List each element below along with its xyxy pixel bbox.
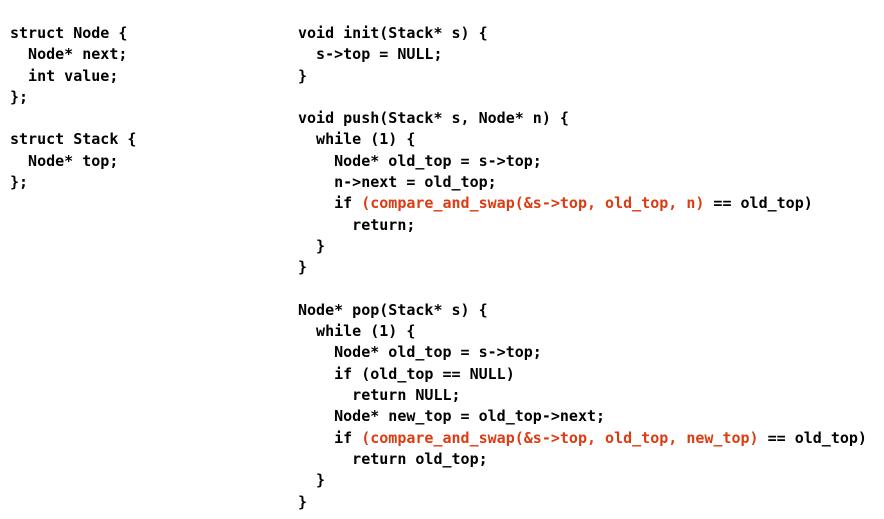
code-token: return NULL;	[298, 386, 461, 405]
code-token: }	[298, 492, 308, 511]
code-token: int value;	[10, 66, 119, 85]
code-token: Node* top;	[10, 151, 119, 170]
cas-call-token: (compare_and_swap(&s->top, old_top, new_…	[361, 428, 759, 447]
code-line: int value;	[10, 66, 136, 87]
code-block-struct-definitions: struct Node { Node* next; int value;}; s…	[10, 23, 136, 193]
code-line: }	[298, 236, 867, 257]
code-token: };	[10, 173, 29, 192]
code-token: n->next = old_top;	[298, 173, 497, 192]
code-line: s->top = NULL;	[298, 44, 867, 65]
code-token: return old_top;	[298, 449, 488, 468]
code-line: return;	[298, 215, 867, 236]
code-token: Node* old_top = s->top;	[298, 343, 542, 362]
code-token: }	[298, 258, 308, 277]
code-line: return old_top;	[298, 449, 867, 470]
code-token: void init(Stack* s) {	[298, 24, 488, 42]
code-token: == old_top)	[704, 194, 813, 213]
code-token: void push(Stack* s, Node* n) {	[298, 109, 569, 128]
code-line: Node* top;	[10, 151, 136, 172]
code-token: if (old_top == NULL)	[298, 364, 515, 383]
code-line: }	[298, 492, 867, 513]
code-line: if (old_top == NULL)	[298, 364, 867, 385]
code-line: while (1) {	[298, 321, 867, 342]
code-block-stack-operations: void init(Stack* s) { s->top = NULL;} vo…	[298, 23, 867, 513]
code-line: void init(Stack* s) {	[298, 23, 867, 44]
code-token: Node* pop(Stack* s) {	[298, 300, 488, 319]
code-line: Node* pop(Stack* s) {	[298, 300, 867, 321]
code-token: Node* old_top = s->top;	[298, 151, 542, 170]
code-line: Node* new_top = old_top->next;	[298, 406, 867, 427]
code-token: }	[298, 471, 326, 490]
cas-call-token: (compare_and_swap(&s->top, old_top, n)	[361, 194, 705, 213]
code-listing-screenshot: struct Node { Node* next; int value;}; s…	[0, 0, 884, 519]
code-token: if	[298, 194, 362, 213]
code-line: }	[298, 257, 867, 278]
code-line: };	[10, 172, 136, 193]
code-token: }	[298, 66, 308, 85]
code-token: return;	[298, 215, 416, 234]
code-token: struct Node {	[10, 24, 128, 42]
code-token: == old_top)	[758, 428, 867, 447]
code-line: }	[298, 66, 867, 87]
code-line: n->next = old_top;	[298, 172, 867, 193]
code-token: };	[10, 87, 29, 106]
code-line: Node* old_top = s->top;	[298, 151, 867, 172]
code-line: struct Node {	[10, 23, 136, 44]
code-line: struct Stack {	[10, 129, 136, 150]
code-token: }	[298, 236, 326, 255]
code-token: Node* next;	[10, 45, 128, 64]
code-line: };	[10, 87, 136, 108]
code-token: s->top = NULL;	[298, 45, 443, 64]
code-line: }	[298, 470, 867, 491]
code-line: if (compare_and_swap(&s->top, old_top, n…	[298, 193, 867, 214]
code-line: return NULL;	[298, 385, 867, 406]
code-line: if (compare_and_swap(&s->top, old_top, n…	[298, 428, 867, 449]
code-line: void push(Stack* s, Node* n) {	[298, 108, 867, 129]
code-token: struct Stack {	[10, 130, 137, 149]
code-token: Node* new_top = old_top->next;	[298, 407, 606, 426]
code-token: while (1) {	[298, 322, 416, 341]
code-token: while (1) {	[298, 130, 416, 149]
code-line: Node* next;	[10, 44, 136, 65]
code-token: if	[298, 428, 362, 447]
code-line: Node* old_top = s->top;	[298, 342, 867, 363]
code-line: while (1) {	[298, 129, 867, 150]
